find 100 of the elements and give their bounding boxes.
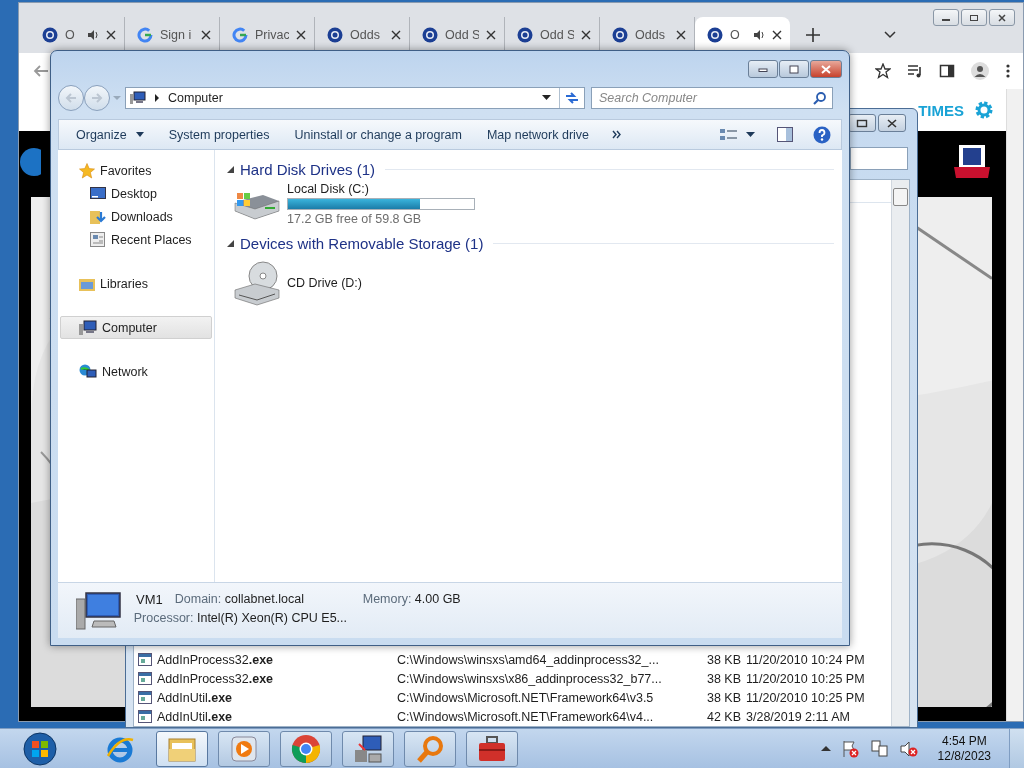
tab-title: Sign i bbox=[160, 28, 193, 42]
caret-icon[interactable] bbox=[542, 95, 551, 101]
back-arrow-icon bbox=[65, 92, 77, 104]
taskbar-button[interactable] bbox=[342, 730, 394, 767]
close-icon[interactable] bbox=[676, 30, 686, 40]
toolbar-button[interactable]: Uninstall or change a program bbox=[284, 122, 472, 147]
new-tab-icon[interactable] bbox=[806, 28, 820, 42]
network-icon[interactable] bbox=[870, 739, 889, 758]
tab-title: Odd S bbox=[445, 28, 479, 42]
chevron-right-icon[interactable] bbox=[154, 94, 160, 102]
program-file-icon bbox=[138, 653, 152, 666]
search-field[interactable]: Search Computer bbox=[591, 87, 833, 109]
file-path: C:\Windows\Microsoft.NET\Framework64\v3.5 bbox=[397, 690, 655, 705]
close-icon[interactable] bbox=[772, 30, 782, 40]
brand-badge-icon bbox=[954, 145, 990, 179]
close-icon[interactable] bbox=[106, 30, 116, 40]
close-button[interactable] bbox=[878, 114, 906, 132]
round-logo-icon bbox=[291, 733, 321, 764]
collapse-icon[interactable] bbox=[227, 165, 234, 173]
clock[interactable]: 4:54 PM 12/8/2023 bbox=[937, 733, 991, 764]
menu-icon[interactable] bbox=[1005, 63, 1011, 79]
tab-title: O bbox=[65, 28, 76, 42]
g-logo-icon bbox=[137, 27, 153, 43]
file-name[interactable]: AddInProcess32.exe bbox=[157, 652, 397, 667]
close-icon[interactable] bbox=[486, 30, 496, 40]
taskbar-button[interactable] bbox=[280, 730, 332, 767]
search-field[interactable] bbox=[850, 146, 908, 170]
taskbar-button[interactable] bbox=[466, 730, 518, 767]
back-icon[interactable] bbox=[33, 63, 49, 79]
file-name[interactable]: AddInUtil.exe bbox=[157, 709, 397, 724]
minimize-icon bbox=[757, 65, 769, 73]
close-button[interactable] bbox=[810, 60, 842, 78]
recent-places-icon bbox=[90, 231, 106, 248]
file-date: 11/20/2010 10:25 PM bbox=[746, 690, 866, 705]
star-icon[interactable] bbox=[875, 63, 891, 79]
help-icon[interactable] bbox=[813, 125, 831, 144]
toolbar-button[interactable]: Map network drive bbox=[476, 122, 600, 147]
computer-icon bbox=[76, 590, 122, 631]
maximize-icon bbox=[856, 118, 868, 128]
property-text: Domain: collabnet.local bbox=[174, 592, 305, 606]
file-date: 3/28/2019 2:11 AM bbox=[746, 709, 852, 724]
download-folder-icon bbox=[90, 208, 106, 225]
taskbar-button[interactable] bbox=[156, 730, 208, 767]
nav-item[interactable]: Desktop bbox=[60, 182, 212, 205]
caret-icon[interactable] bbox=[746, 131, 755, 138]
file-size: 38 KB bbox=[705, 652, 742, 667]
tab-title: Odd S bbox=[540, 28, 574, 42]
nav-item[interactable]: Recent Places bbox=[60, 228, 212, 251]
minimize-button[interactable] bbox=[933, 9, 959, 26]
caret-up-icon[interactable] bbox=[820, 745, 831, 752]
round-logo-icon bbox=[42, 27, 58, 43]
scrollbar[interactable] bbox=[1006, 89, 1023, 721]
nav-item[interactable]: Libraries bbox=[60, 272, 212, 295]
flag-alert-icon[interactable] bbox=[841, 739, 860, 758]
file-name[interactable]: AddInProcess32.exe bbox=[157, 671, 397, 686]
close-icon bbox=[997, 13, 1007, 22]
drive-item[interactable]: CD Drive (D:) bbox=[227, 254, 483, 312]
computer-name: VM1 bbox=[136, 592, 163, 607]
close-button[interactable] bbox=[989, 9, 1015, 26]
group-header[interactable]: Devices with Removable Storage (1) bbox=[240, 234, 484, 252]
file-path: C:\Windows\winsxs\amd64_addinprocess32_... bbox=[397, 652, 660, 667]
nav-item[interactable]: Downloads bbox=[60, 205, 212, 228]
close-icon[interactable] bbox=[201, 30, 211, 40]
muted-speaker-icon[interactable] bbox=[899, 739, 918, 758]
file-size: 42 KB bbox=[705, 709, 742, 724]
media-icon[interactable] bbox=[907, 63, 923, 79]
group-header[interactable]: Hard Disk Drives (1) bbox=[240, 160, 375, 178]
collapse-icon[interactable] bbox=[227, 239, 234, 247]
property-text: Memory: 4.00 GB bbox=[362, 592, 462, 606]
preview-pane-icon[interactable] bbox=[777, 127, 793, 142]
round-logo-icon bbox=[707, 27, 723, 43]
program-file-icon bbox=[138, 672, 152, 685]
free-space-text: 17.2 GB free of 59.8 GB bbox=[287, 212, 423, 226]
nav-item[interactable]: Favorites bbox=[60, 159, 212, 182]
double-chevron-icon[interactable] bbox=[612, 130, 623, 139]
close-icon[interactable] bbox=[391, 30, 401, 40]
tab-title: O bbox=[730, 28, 741, 42]
browser-tab[interactable]: O bbox=[695, 17, 790, 53]
file-name[interactable]: AddInUtil.exe bbox=[157, 690, 397, 705]
tab-title: Odds bbox=[635, 28, 666, 42]
view-options-icon[interactable] bbox=[720, 127, 738, 142]
address-bar[interactable]: Computer bbox=[125, 87, 585, 109]
nav-item[interactable]: Network bbox=[60, 360, 212, 383]
chevron-down-icon[interactable] bbox=[884, 31, 896, 39]
side-panel-icon[interactable] bbox=[939, 63, 955, 79]
maximize-button[interactable] bbox=[961, 9, 987, 26]
search-icon[interactable] bbox=[813, 91, 827, 105]
toolbar-button[interactable]: Organize bbox=[66, 122, 154, 147]
maximize-button[interactable] bbox=[848, 114, 876, 132]
scrollbar[interactable] bbox=[891, 180, 909, 726]
close-icon[interactable] bbox=[581, 30, 591, 40]
file-date: 11/20/2010 10:25 PM bbox=[746, 671, 866, 686]
nav-item[interactable]: Computer bbox=[60, 316, 212, 339]
settings-icon[interactable] bbox=[974, 100, 994, 120]
profile-icon[interactable] bbox=[971, 62, 989, 80]
toolbar-button[interactable]: System properties bbox=[158, 122, 280, 147]
close-icon[interactable] bbox=[296, 30, 306, 40]
cd-drive-icon bbox=[233, 260, 281, 306]
drive-item[interactable]: Local Disk (C:) 17.2 GB free of 59.8 GB bbox=[227, 180, 483, 232]
start-button[interactable] bbox=[20, 729, 60, 768]
